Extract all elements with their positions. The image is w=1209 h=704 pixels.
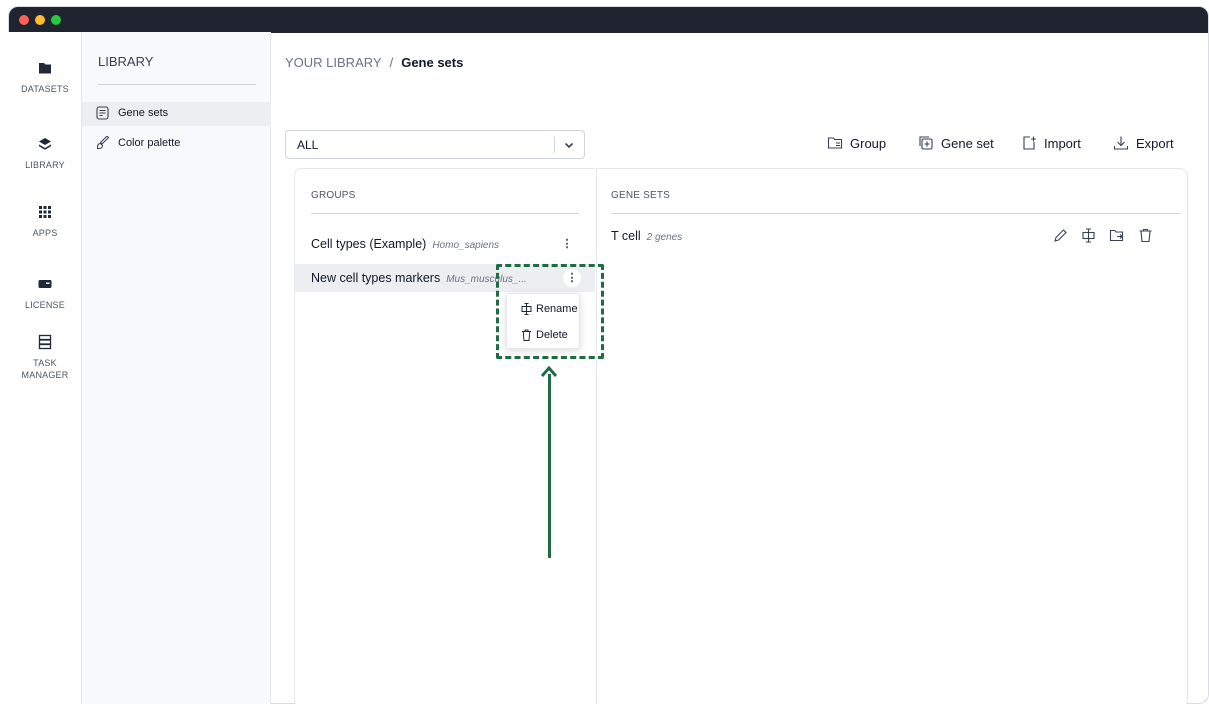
rail-item-label: LICENSE — [25, 300, 65, 310]
move-icon[interactable] — [1109, 228, 1124, 243]
breadcrumb: YOUR LIBRARY / Gene sets — [285, 55, 463, 70]
breadcrumb-root[interactable]: YOUR LIBRARY — [285, 55, 382, 70]
export-button[interactable]: Export — [1113, 134, 1183, 154]
breadcrumb-current: Gene sets — [401, 55, 464, 70]
sidebar-item-gene-sets[interactable]: Gene sets — [82, 102, 271, 126]
trash-icon[interactable] — [1138, 228, 1153, 243]
group-name: New cell types markers Mus_musculus_... — [311, 271, 527, 285]
highlight-box — [496, 264, 604, 359]
groups-column-title: GROUPS — [311, 190, 356, 201]
rail-item-datasets[interactable]: DATASETS — [8, 60, 82, 95]
button-label: Group — [850, 136, 887, 151]
library-panel: GROUPS Cell types (Example) Homo_sapiens … — [294, 168, 1188, 704]
rail-item-label: TASK MANAGER — [21, 358, 69, 380]
sidebar-title: LIBRARY — [98, 54, 154, 69]
add-gene-set-icon — [919, 136, 933, 150]
nav-rail: DATASETS LIBRARY APPS LICENSE TASK MANAG… — [8, 32, 82, 704]
divider — [611, 213, 1181, 214]
rename-icon[interactable] — [1081, 228, 1096, 243]
title-bar — [9, 7, 1208, 33]
layers-icon — [39, 138, 51, 150]
breadcrumb-separator: / — [389, 55, 394, 70]
rail-item-label: LIBRARY — [25, 160, 65, 170]
library-sidebar: LIBRARY Gene sets Color palette — [82, 32, 271, 704]
import-icon — [1023, 136, 1036, 150]
gene-set-name: T cell 2 genes — [611, 229, 683, 243]
edit-icon[interactable] — [1053, 228, 1068, 243]
download-icon — [1113, 136, 1129, 150]
more-options-icon[interactable]: ⋮ — [559, 236, 575, 252]
divider — [98, 84, 256, 85]
rail-item-task-manager[interactable]: TASK MANAGER — [8, 334, 82, 381]
button-label: Export — [1136, 136, 1174, 151]
chevron-down-icon[interactable] — [563, 139, 575, 151]
group-add-icon — [827, 137, 843, 149]
select-value: ALL — [297, 138, 319, 152]
select-divider — [554, 137, 555, 153]
import-button[interactable]: Import — [1021, 134, 1089, 154]
rail-item-license[interactable]: LICENSE — [8, 276, 82, 311]
rail-item-label: DATASETS — [21, 84, 69, 94]
gene-set-row[interactable]: T cell 2 genes — [597, 222, 1189, 250]
new-group-button[interactable]: Group — [827, 134, 897, 154]
button-label: Gene set — [941, 136, 994, 151]
group-row[interactable]: Cell types (Example) Homo_sapiens ⋮ — [295, 230, 595, 258]
group-name: Cell types (Example) Homo_sapiens — [311, 237, 500, 251]
rail-item-library[interactable]: LIBRARY — [8, 136, 82, 171]
sidebar-item-label: Color palette — [118, 137, 181, 149]
group-filter-select[interactable]: ALL — [285, 130, 585, 159]
gene-sets-column-title: GENE SETS — [611, 190, 671, 201]
license-icon — [38, 280, 52, 288]
new-gene-set-button[interactable]: Gene set — [918, 134, 1000, 154]
rail-item-label: APPS — [32, 228, 58, 238]
sidebar-item-label: Gene sets — [118, 107, 169, 119]
folder-icon — [39, 63, 51, 74]
minimize-window-button[interactable] — [35, 15, 45, 25]
task-manager-icon — [38, 334, 52, 350]
gene-set-count: 2 genes — [646, 232, 683, 243]
annotation-arrow — [548, 374, 551, 558]
apps-grid-icon — [39, 206, 51, 218]
group-species: Homo_sapiens — [432, 240, 500, 251]
gene-sets-icon — [96, 106, 109, 120]
button-label: Import — [1044, 136, 1081, 151]
close-window-button[interactable] — [19, 15, 29, 25]
divider — [311, 213, 579, 214]
rail-item-apps[interactable]: APPS — [8, 204, 82, 239]
brush-icon — [97, 136, 110, 149]
sidebar-item-color-palette[interactable]: Color palette — [82, 132, 271, 156]
maximize-window-button[interactable] — [51, 15, 61, 25]
